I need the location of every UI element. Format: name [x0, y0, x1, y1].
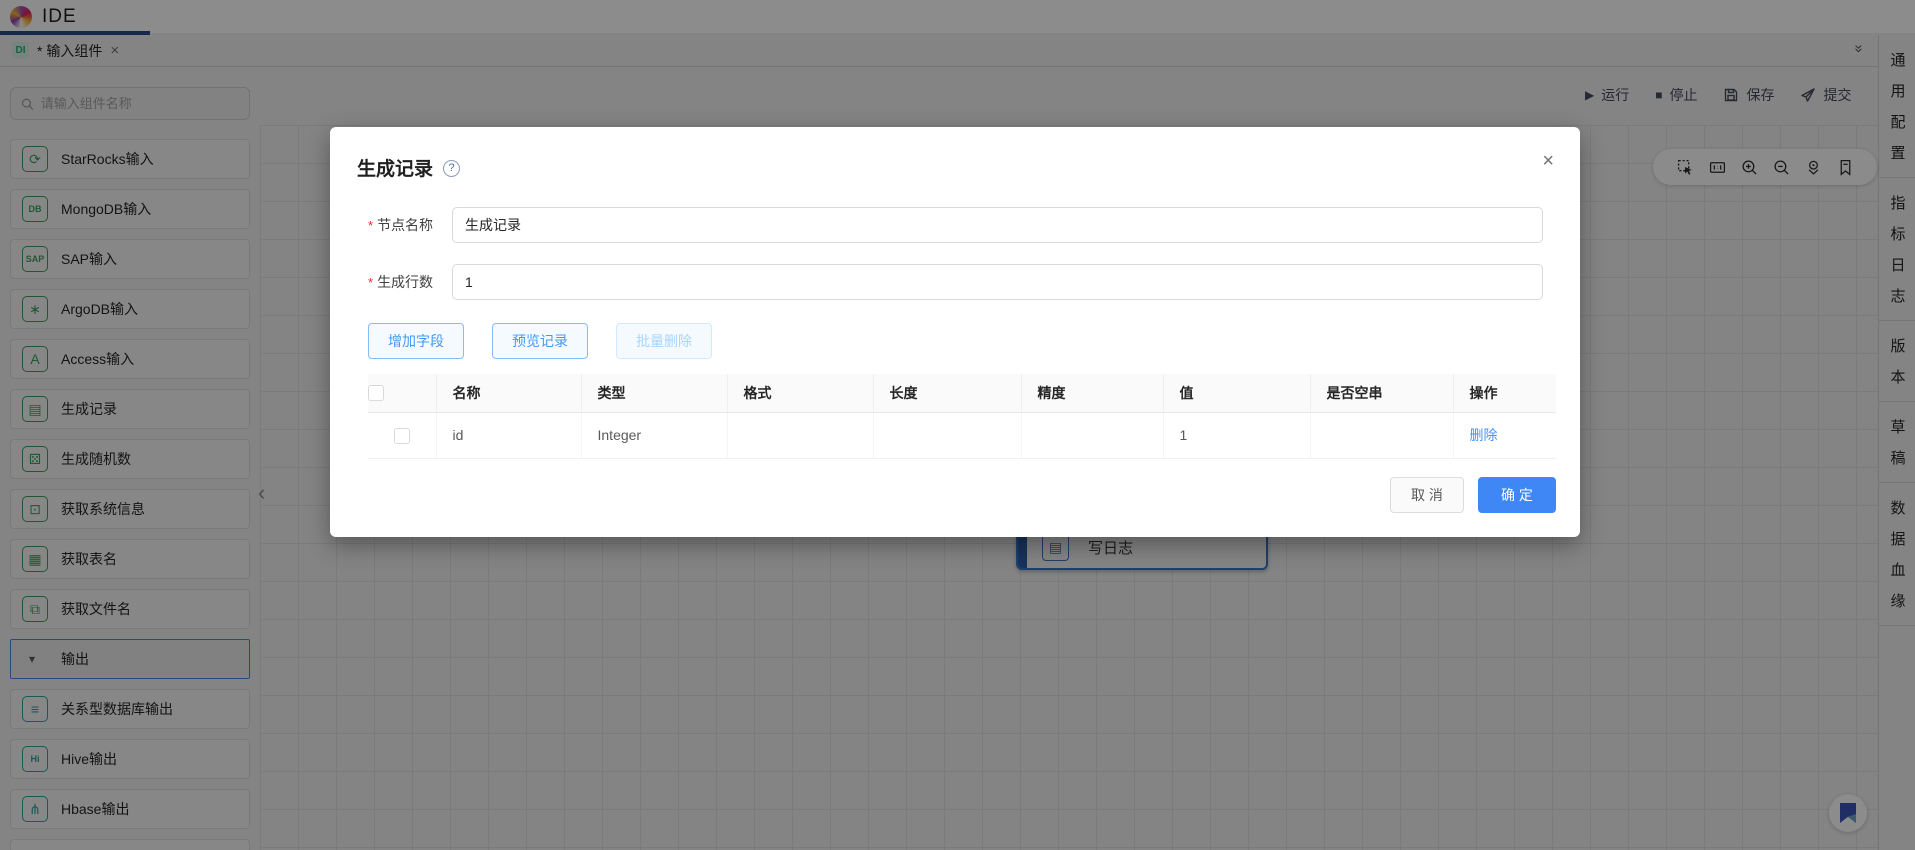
column-header: 是否空串	[1310, 374, 1454, 413]
node-name-input[interactable]	[452, 207, 1543, 243]
table-header-row: 名称 类型 格式 长度 精度值是否空串 操作	[368, 374, 1556, 413]
required-asterisk: *	[368, 218, 374, 233]
column-header: 值	[1163, 374, 1311, 413]
table-body: id Integer 1 删除	[368, 412, 1556, 459]
ok-button[interactable]: 确 定	[1478, 476, 1556, 513]
field-actions: 增加字段 预览记录 批量删除	[368, 323, 1580, 359]
generate-records-dialog: 生成记录 ? × *节点名称 *生成行数 增加字段 预览记录 批量删除	[330, 127, 1580, 537]
dialog-title: 生成记录	[357, 158, 434, 180]
close-icon[interactable]: ×	[1542, 151, 1554, 171]
column-header: 类型	[581, 374, 728, 413]
table-cell	[1021, 412, 1164, 459]
dialog-header: 生成记录 ?	[330, 127, 1580, 182]
table-cell	[727, 412, 874, 459]
batch-delete-button: 批量删除	[616, 323, 712, 359]
select-all-header	[368, 374, 437, 413]
delete-row-link[interactable]: 删除	[1470, 427, 1498, 443]
cancel-button[interactable]: 取 消	[1390, 476, 1464, 513]
row-checkbox[interactable]	[393, 427, 410, 444]
column-header: 名称	[436, 374, 582, 413]
add-field-button[interactable]: 增加字段	[368, 323, 464, 359]
row-count-field-row: * 生成行数	[368, 264, 1543, 300]
fields-table: 名称 类型 格式 长度 精度值是否空串 操作 id Integer 1 删除	[368, 374, 1556, 459]
dialog-footer: 取 消 确 定	[330, 476, 1556, 513]
column-header: 精度	[1021, 374, 1164, 413]
row-count-label: * 生成行数	[368, 274, 434, 290]
table-cell: id	[436, 412, 582, 459]
row-count-input[interactable]	[452, 264, 1543, 300]
table-cell	[873, 412, 1022, 459]
column-header: 操作	[1453, 374, 1556, 413]
column-header: 长度	[873, 374, 1022, 413]
select-all-checkbox[interactable]	[368, 385, 384, 402]
app-window: IDE DI * 输入组件 × » ▶ 运行 ■ 停止 保存 提交 请输入组件名…	[0, 0, 1915, 850]
table-cell: Integer	[581, 412, 728, 459]
column-header: 格式	[727, 374, 874, 413]
table-row: id Integer 1 删除	[368, 412, 1556, 459]
required-asterisk: *	[368, 275, 374, 290]
table-cell	[1310, 412, 1454, 459]
help-icon[interactable]: ?	[443, 159, 461, 177]
table-cell: 1	[1163, 412, 1311, 459]
node-name-field-row: * 节点名称	[368, 207, 1543, 243]
node-name-label: * 节点名称	[368, 217, 434, 233]
preview-records-button[interactable]: 预览记录	[492, 323, 588, 359]
